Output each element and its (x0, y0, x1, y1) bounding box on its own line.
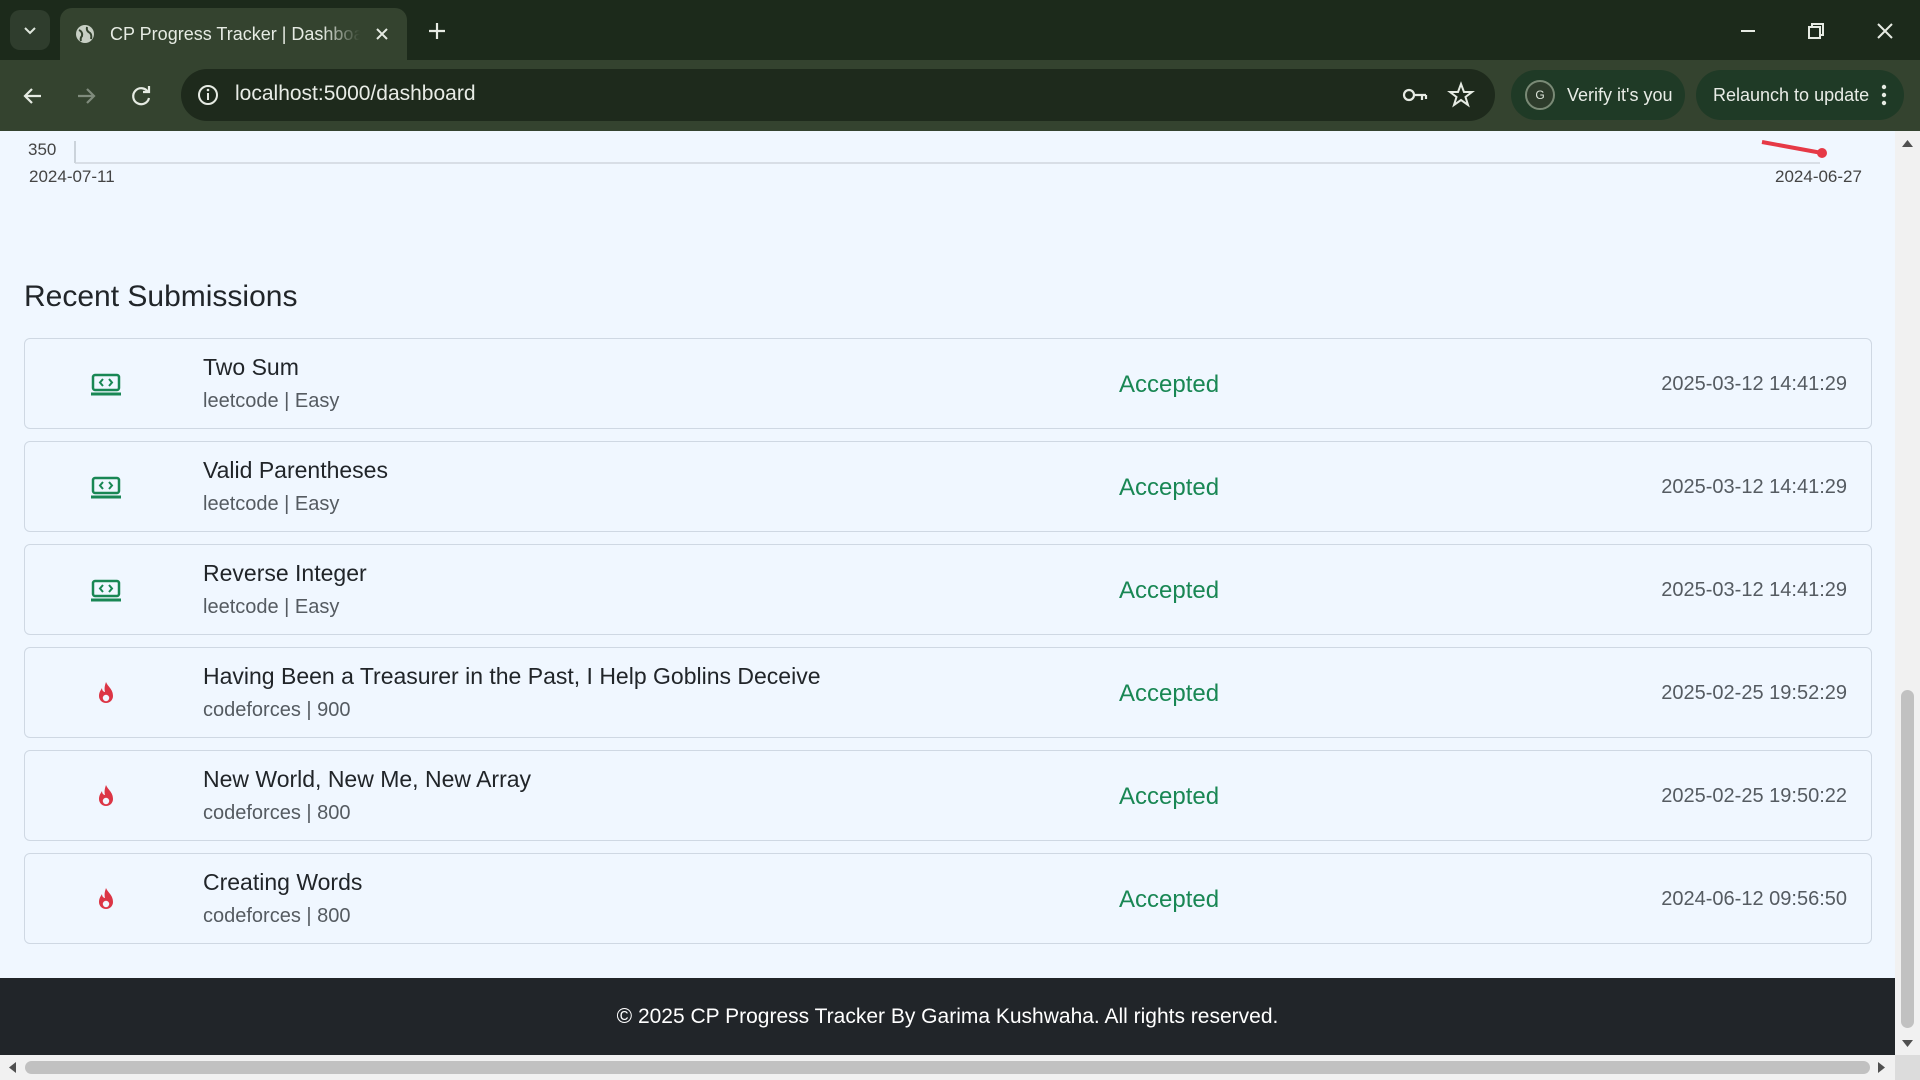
problem-meta: leetcode | Easy (203, 390, 340, 412)
problem-name: Having Been a Treasurer in the Past, I H… (203, 663, 821, 689)
horizontal-scrollbar[interactable] (0, 1055, 1895, 1080)
horizontal-scroll-thumb[interactable] (25, 1061, 1870, 1074)
submission-row[interactable]: Having Been a Treasurer in the Past, I H… (24, 647, 1872, 738)
new-tab-icon[interactable] (424, 18, 450, 44)
codeforces-fire-icon (99, 888, 113, 909)
chart-y-tick: 350 (28, 140, 57, 159)
relaunch-label: Relaunch to update (1713, 84, 1870, 105)
problem-name: New World, New Me, New Array (203, 766, 532, 792)
status-accepted: Accepted (1119, 371, 1220, 398)
rating-data-point (1817, 148, 1827, 158)
forward-icon[interactable] (72, 82, 100, 110)
verify-identity-button[interactable]: G Verify it's you (1511, 70, 1685, 120)
problem-meta: leetcode | Easy (203, 596, 340, 618)
bookmark-star-icon[interactable] (1447, 81, 1475, 109)
recent-submissions-section: Recent Submissions Two Sum leetcode | Ea… (0, 254, 1895, 978)
scroll-left-arrow-icon[interactable] (6, 1061, 18, 1074)
globe-icon (76, 25, 94, 43)
restore-icon[interactable] (1803, 18, 1829, 44)
submission-time: 2025-03-12 14:41:29 (1661, 579, 1847, 601)
relaunch-update-button[interactable]: Relaunch to update (1696, 70, 1904, 120)
browser-toolbar: localhost:5000/dashboard G Verify it's y… (0, 60, 1920, 131)
chevron-down-icon (24, 27, 36, 35)
codeforces-fire-icon (99, 785, 113, 806)
reload-icon[interactable] (127, 82, 155, 110)
scroll-down-arrow-icon[interactable] (1901, 1038, 1914, 1050)
minimize-icon[interactable] (1735, 18, 1761, 44)
tab-search-button[interactable] (10, 10, 50, 50)
close-window-icon[interactable] (1872, 18, 1898, 44)
vertical-scroll-thumb[interactable] (1901, 690, 1914, 1028)
scrollbar-corner (1895, 1055, 1920, 1080)
leetcode-icon (91, 373, 121, 396)
submission-row[interactable]: Creating Words codeforces | 800 Accepted… (24, 853, 1872, 944)
submission-time: 2025-03-12 14:41:29 (1661, 373, 1847, 395)
status-accepted: Accepted (1119, 577, 1220, 604)
problem-name: Two Sum (203, 354, 299, 380)
status-accepted: Accepted (1119, 474, 1220, 501)
submission-row[interactable]: New World, New Me, New Array codeforces … (24, 750, 1872, 841)
submission-time: 2025-02-25 19:50:22 (1661, 785, 1847, 807)
problem-name: Creating Words (203, 869, 363, 895)
profile-avatar: G (1525, 80, 1555, 110)
leetcode-icon (91, 579, 121, 602)
address-bar[interactable]: localhost:5000/dashboard (181, 69, 1495, 121)
browser-tab-active[interactable]: CP Progress Tracker | Dashboard (60, 8, 407, 60)
rating-line-segment (1761, 140, 1823, 155)
scroll-right-arrow-icon[interactable] (1876, 1061, 1888, 1074)
status-accepted: Accepted (1119, 680, 1220, 707)
submission-time: 2024-06-12 09:56:50 (1661, 888, 1847, 910)
section-title: Recent Submissions (24, 280, 298, 313)
submission-time: 2025-03-12 14:41:29 (1661, 476, 1847, 498)
problem-meta: leetcode | Easy (203, 493, 340, 515)
problem-meta: codeforces | 900 (203, 699, 351, 721)
submission-row[interactable]: Valid Parentheses leetcode | Easy Accept… (24, 441, 1872, 532)
problem-name: Reverse Integer (203, 560, 367, 586)
leetcode-icon (91, 476, 121, 499)
chart-x-tick-end: 2024-06-27 (1775, 167, 1862, 186)
page-footer: © 2025 CP Progress Tracker By Garima Kus… (0, 978, 1895, 1055)
back-icon[interactable] (19, 82, 47, 110)
submissions-list: Two Sum leetcode | Easy Accepted 2025-03… (24, 338, 1872, 956)
more-menu-icon[interactable] (1880, 83, 1888, 107)
password-key-icon[interactable] (1401, 82, 1429, 108)
submission-row[interactable]: Two Sum leetcode | Easy Accepted 2025-03… (24, 338, 1872, 429)
url-text: localhost:5000/dashboard (235, 82, 476, 105)
tab-title: CP Progress Tracker | Dashboard (110, 23, 360, 44)
verify-label: Verify it's you (1567, 84, 1673, 105)
submission-time: 2025-02-25 19:52:29 (1661, 682, 1847, 704)
problem-name: Valid Parentheses (203, 457, 388, 483)
footer-text: © 2025 CP Progress Tracker By Garima Kus… (616, 1004, 1279, 1028)
codeforces-fire-icon (99, 682, 113, 703)
problem-meta: codeforces | 800 (203, 905, 351, 927)
problem-meta: codeforces | 800 (203, 802, 351, 824)
browser-tab-bar: CP Progress Tracker | Dashboard (0, 0, 1920, 60)
site-info-icon[interactable] (195, 82, 221, 108)
vertical-scrollbar[interactable] (1895, 131, 1920, 1055)
page-viewport: 350 2024-07-11 2024-06-27 Recent Submiss… (0, 131, 1895, 1055)
chart-x-tick-start: 2024-07-11 (29, 167, 115, 186)
status-accepted: Accepted (1119, 783, 1220, 810)
close-tab-icon[interactable] (371, 23, 393, 45)
submission-row[interactable]: Reverse Integer leetcode | Easy Accepted… (24, 544, 1872, 635)
status-accepted: Accepted (1119, 886, 1220, 913)
scroll-up-arrow-icon[interactable] (1901, 137, 1914, 149)
